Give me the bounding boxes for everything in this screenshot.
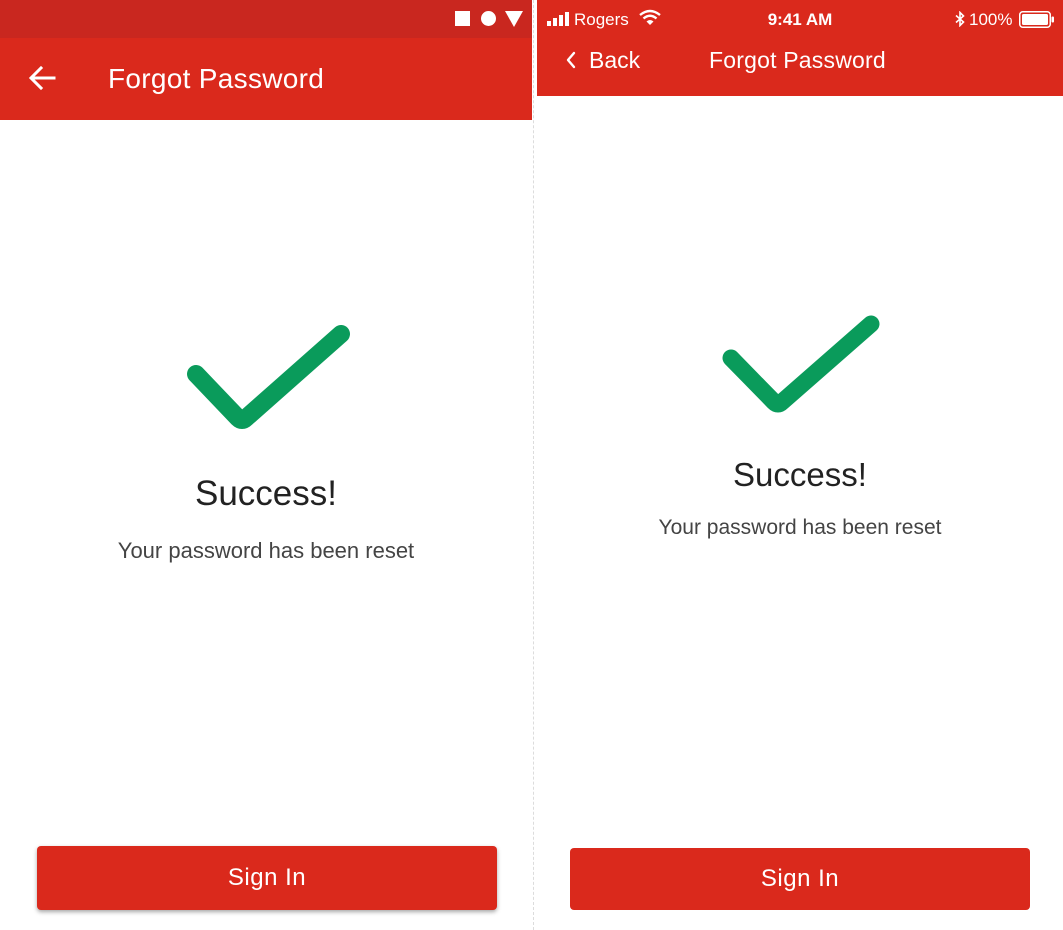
screen-divider [533,0,534,930]
battery-percent: 100% [969,10,1013,29]
checkmark-icon [722,315,880,413]
bluetooth-icon [955,11,965,27]
page-title: Forgot Password [709,47,886,73]
circle-icon [481,11,496,26]
chevron-left-icon [566,51,576,69]
back-button[interactable]: Back [565,44,640,76]
battery-icon [1019,11,1054,28]
triangle-icon [505,11,523,27]
back-label: Back [589,46,641,73]
sign-in-button[interactable]: Sign In [37,846,497,910]
android-app-bar: Forgot Password [0,38,532,120]
ios-header: Rogers 9:41 AM 100% Back Forgot Password [537,0,1063,96]
sign-in-button[interactable]: Sign In [570,848,1030,910]
success-heading: Success! [733,456,867,493]
success-message: Your password has been reset [658,516,942,539]
android-screen: Forgot Password Success! Your password h… [0,0,532,930]
back-button[interactable] [26,62,58,94]
success-heading: Success! [195,474,337,513]
arrow-left-icon [28,65,56,91]
page-title: Forgot Password [108,63,325,94]
ios-screen: Rogers 9:41 AM 100% Back Forgot Password… [537,0,1063,930]
android-status-bar [0,0,532,38]
checkmark-icon [187,325,350,429]
square-icon [455,11,470,26]
success-message: Your password has been reset [117,538,415,563]
